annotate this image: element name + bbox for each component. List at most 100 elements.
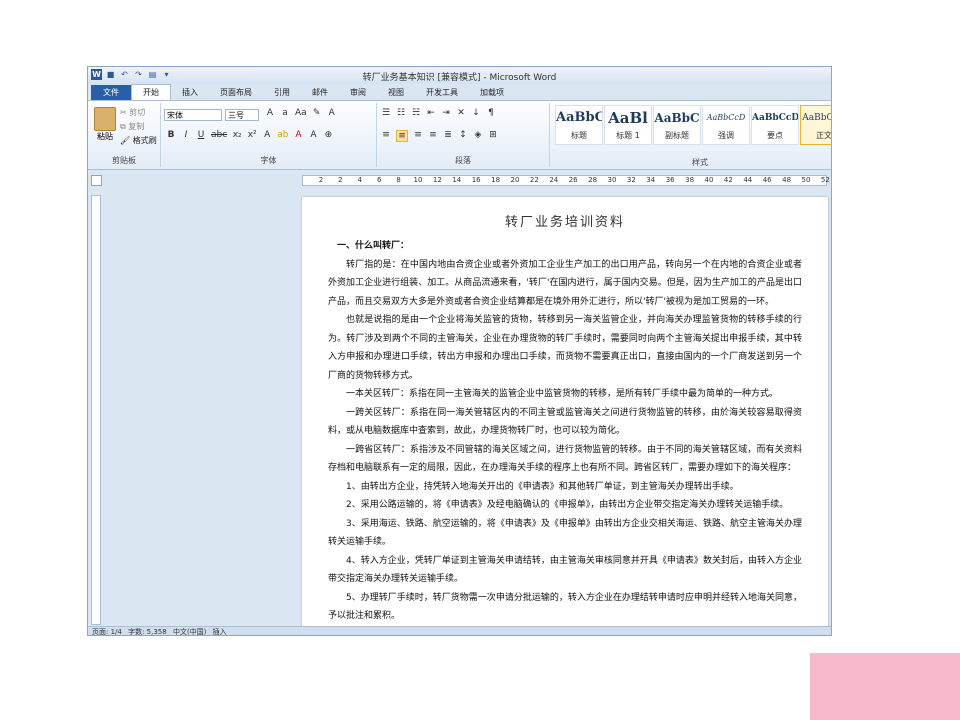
copy-button[interactable]: ⧉ 复制 (120, 121, 144, 132)
highlight-icon[interactable]: ab (277, 130, 288, 140)
paragraph: 5、办理转厂手续时，转厂货物需一次申请分批运输的，转入方企业在办理结转申请时应申… (328, 592, 802, 622)
vertical-ruler[interactable] (91, 195, 101, 625)
enclose-char-icon[interactable]: ⊕ (323, 130, 333, 140)
char-border-icon[interactable]: A (327, 108, 337, 118)
borders-icon[interactable]: ⊞ (488, 130, 498, 142)
ruler-tick: 20 (510, 176, 520, 184)
style-item[interactable]: AaBbCcD 强调 (702, 105, 750, 145)
show-marks-icon[interactable]: ¶ (486, 108, 496, 118)
shading-icon[interactable]: ◈ (473, 130, 483, 142)
paragraph: 一跨关区转厂：系指在同一海关管辖区内的不同主管或监管海关之间进行货物监管的转移，… (328, 407, 802, 437)
tab-mailings[interactable]: 邮件 (301, 85, 339, 100)
paste-button[interactable]: 粘贴 (93, 107, 117, 145)
tab-selector[interactable] (91, 175, 102, 186)
ruler-tick: 32 (626, 176, 636, 184)
tab-references[interactable]: 引用 (263, 85, 301, 100)
ruler-tick: 42 (723, 176, 733, 184)
align-center-icon[interactable]: ≡ (396, 130, 408, 142)
align-left-icon[interactable]: ≡ (381, 130, 391, 142)
ribbon: 粘贴 ✂ 剪切 ⧉ 复制 🖌 格式刷 剪贴板 宋体 三号 A a Aa ✎ A … (88, 100, 831, 170)
strikethrough-icon[interactable]: abc (211, 130, 227, 140)
clipboard-label: 剪贴板 (112, 156, 136, 165)
decrease-indent-icon[interactable]: ⇤ (426, 108, 436, 118)
ruler-tick: 50 (801, 176, 811, 184)
asian-layout-icon[interactable]: ✕ (456, 108, 466, 118)
tab-developer[interactable]: 开发工具 (415, 85, 469, 100)
tab-page-layout[interactable]: 页面布局 (209, 85, 263, 100)
ruler-tick: 8 (396, 176, 401, 184)
ruler-tick: 48 (782, 176, 792, 184)
ruler-tick: 12 (432, 176, 442, 184)
grow-font-icon[interactable]: A (265, 108, 275, 118)
ruler-tick: 46 (762, 176, 772, 184)
italic-icon[interactable]: I (181, 130, 191, 140)
cut-button[interactable]: ✂ 剪切 (120, 107, 145, 118)
paragraph-group: ☰ ☷ ☵ ⇤ ⇥ ✕ ↓ ¶ ≡ ≡ ≡ ≡ ≣ ↕ ◈ ⊞ 段落 (377, 103, 550, 167)
tab-insert[interactable]: 插入 (171, 85, 209, 100)
subscript-icon[interactable]: x₂ (232, 130, 242, 140)
superscript-icon[interactable]: x² (247, 130, 257, 140)
paragraph: 一跨省区转厂：系指涉及不同管辖的海关区域之间，进行货物监管的转移。由于不同的海关… (328, 444, 802, 474)
ruler-tick: 30 (607, 176, 617, 184)
ruler-tick: 40 (704, 176, 714, 184)
word-count[interactable]: 字数: 5,358 (128, 628, 167, 635)
word-window: W ■ ↶ ↷ ▤ ▾ 转厂业务基本知识 [兼容模式] - Microsoft … (87, 66, 832, 636)
paragraph: 2、采用公路运输的，将《申请表》及经电脑确认的《申报单》，由转出方企业带交指定海… (346, 500, 789, 510)
clear-format-icon[interactable]: ✎ (312, 108, 322, 118)
ruler-tick: 18 (491, 176, 501, 184)
underline-icon[interactable]: U (196, 130, 206, 140)
bullets-icon[interactable]: ☰ (381, 108, 391, 118)
paragraph-row-2: ≡ ≡ ≡ ≡ ≣ ↕ ◈ ⊞ (381, 130, 498, 142)
insert-mode[interactable]: 插入 (213, 628, 227, 635)
font-label: 字体 (260, 156, 277, 165)
font-name-select[interactable]: 宋体 (164, 109, 222, 121)
numbering-icon[interactable]: ☷ (396, 108, 406, 118)
line-spacing-icon[interactable]: ↕ (458, 130, 468, 142)
language-indicator[interactable]: 中文(中国) (173, 628, 206, 635)
tab-view[interactable]: 视图 (377, 85, 415, 100)
change-case-icon[interactable]: Aa (295, 108, 307, 118)
title-bar: W ■ ↶ ↷ ▤ ▾ 转厂业务基本知识 [兼容模式] - Microsoft … (88, 67, 831, 84)
clipboard-group: 粘贴 ✂ 剪切 ⧉ 复制 🖌 格式刷 剪贴板 (88, 103, 161, 167)
multilevel-list-icon[interactable]: ☵ (411, 108, 421, 118)
page-count[interactable]: 页面: 1/4 (92, 628, 122, 635)
ruler-tick: 2 (318, 176, 324, 184)
tab-review[interactable]: 审阅 (339, 85, 377, 100)
document-body[interactable]: 一、什么叫转厂： 转厂指的是：在中国内地由合资企业或者外资加工企业生产加工的出口… (328, 237, 802, 626)
font-row-1: A a Aa ✎ A (265, 108, 337, 118)
format-painter-button[interactable]: 🖌 格式刷 (120, 135, 157, 146)
horizontal-ruler[interactable]: 2 2 4 6 8 10 12 14 16 18 20 22 24 26 28 30 32 34 36 38 40 42 4… (302, 175, 830, 186)
font-row-2: B I U abc x₂ x² A ab A A ⊕ (166, 130, 333, 140)
font-color-icon[interactable]: A (293, 130, 303, 140)
paragraph: 也就是说指的是由一个企业将海关监管的货物，转移到另一海关监管企业，并向海关办理监… (328, 315, 802, 381)
align-right-icon[interactable]: ≡ (413, 130, 423, 142)
ruler-tick: 36 (665, 176, 675, 184)
paragraph-row-1: ☰ ☷ ☵ ⇤ ⇥ ✕ ↓ ¶ (381, 108, 496, 118)
ruler-tick: 16 (471, 176, 481, 184)
style-item[interactable]: AaBbC 副标题 (653, 105, 701, 145)
text-effect-icon[interactable]: A (262, 130, 272, 140)
justify-icon[interactable]: ≡ (428, 130, 438, 142)
pink-block (810, 653, 960, 720)
style-item[interactable]: AaBbCcD 要点 (751, 105, 799, 145)
paragraph: 1、由转出方企业，持凭转入地海关开出的《申请表》和其他转厂单证，到主管海关办理转… (346, 481, 739, 492)
font-size-select[interactable]: 三号 (225, 109, 259, 121)
ruler-tick: 22 (529, 176, 539, 184)
sort-icon[interactable]: ↓ (471, 108, 481, 118)
bold-icon[interactable]: B (166, 130, 176, 140)
shrink-font-icon[interactable]: a (280, 108, 290, 118)
ruler-tick: 26 (568, 176, 578, 184)
distributed-icon[interactable]: ≣ (443, 130, 453, 142)
document-page[interactable]: 转厂业务培训资料 一、什么叫转厂： 转厂指的是：在中国内地由合资企业或者外资加工… (302, 197, 828, 635)
char-shading-icon[interactable]: A (308, 130, 318, 140)
tab-file[interactable]: 文件 (91, 85, 131, 100)
style-item[interactable]: AaBl 标题 1 (604, 105, 652, 145)
style-item-selected[interactable]: AaBbCcD 正文 (800, 105, 831, 145)
style-item[interactable]: AaBbC 标题 (555, 105, 603, 145)
ruler-tick: 6 (376, 176, 382, 184)
tab-addins[interactable]: 加载项 (469, 85, 515, 100)
ruler-tick: 10 (413, 176, 423, 184)
tab-home[interactable]: 开始 (131, 84, 171, 100)
increase-indent-icon[interactable]: ⇥ (441, 108, 451, 118)
paragraph-label: 段落 (455, 156, 471, 165)
